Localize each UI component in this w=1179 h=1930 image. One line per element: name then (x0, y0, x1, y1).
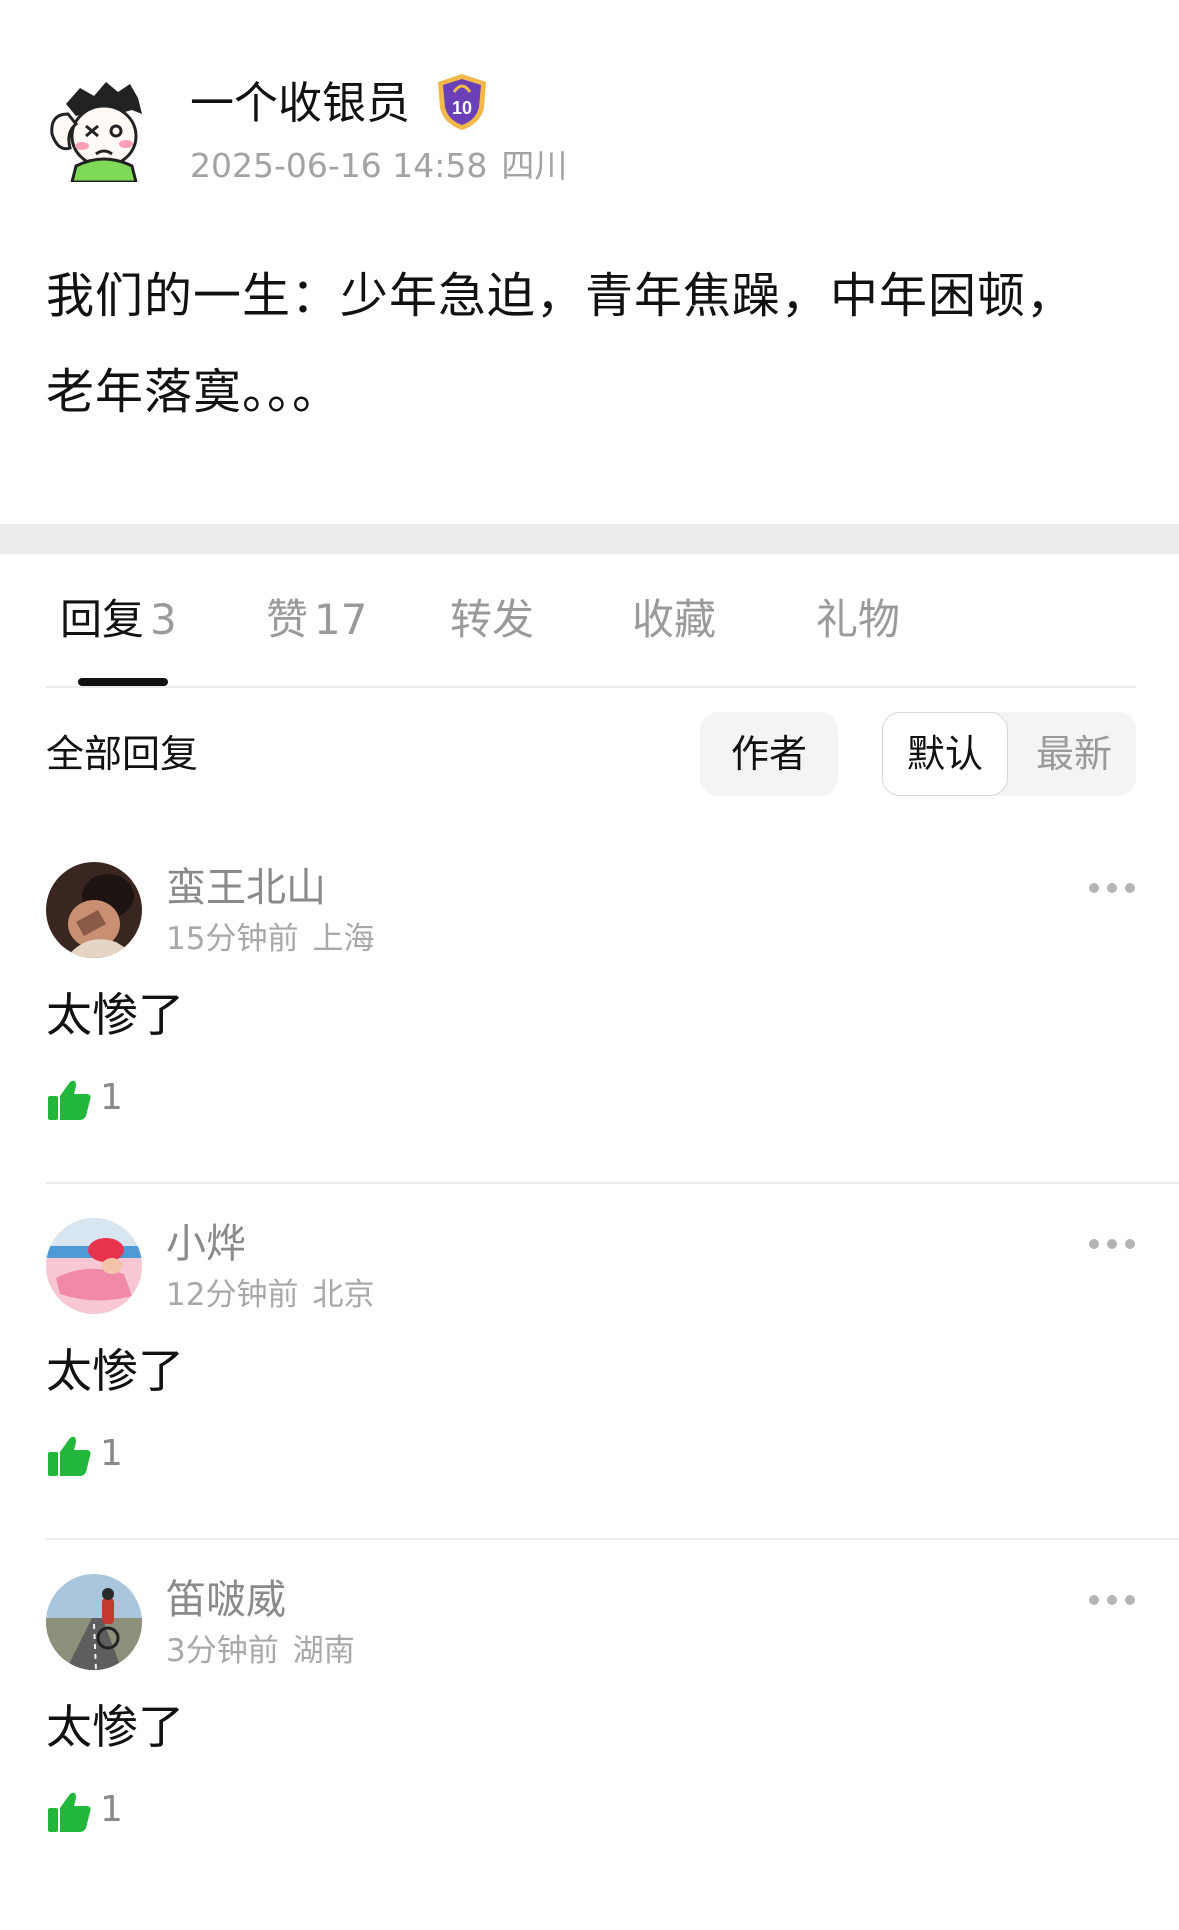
author-avatar[interactable] (46, 74, 154, 184)
more-dots-icon[interactable] (1086, 876, 1138, 900)
thumbs-up-icon (46, 1788, 92, 1834)
comment-location: 上海 (312, 921, 375, 957)
comment-item: 蛮王北山 15分钟前 上海 太惨了 1 (46, 862, 1179, 1218)
tab-forward[interactable]: 转发 (450, 592, 534, 648)
post-header: 一个收银员 10 2025-06-16 14:58 四川 (46, 66, 1136, 206)
comment-location: 湖南 (292, 1633, 355, 1669)
sort-default-button[interactable]: 默认 (882, 712, 1008, 796)
commenter-avatar[interactable] (46, 1218, 142, 1314)
like-count: 1 (100, 1789, 123, 1830)
comment-divider (46, 1182, 1179, 1184)
comment-location: 北京 (312, 1277, 375, 1313)
filter-row: 全部回复 作者 默认 最新 (46, 710, 1136, 796)
more-dots-icon[interactable] (1086, 1232, 1138, 1256)
post-meta: 2025-06-16 14:58 四川 (190, 144, 567, 188)
active-tab-indicator (78, 678, 168, 686)
sort-latest-button[interactable]: 最新 (1012, 712, 1136, 796)
thumbs-up-icon (46, 1432, 92, 1478)
tab-favorites[interactable]: 收藏 (632, 592, 716, 648)
comment-meta: 12分钟前 北京 (166, 1274, 374, 1316)
commenter-name[interactable]: 笛啵威 (166, 1574, 286, 1626)
commenter-avatar[interactable] (46, 1574, 142, 1670)
post-body-line: 老年落寞。。。 (46, 364, 342, 420)
author-filter-button[interactable]: 作者 (700, 712, 838, 796)
comment-meta: 15分钟前 上海 (166, 918, 374, 960)
tab-bar: 回复 3 赞 17 转发 收藏 礼物 (46, 584, 1136, 686)
post-location: 四川 (501, 146, 568, 185)
tab-replies[interactable]: 回复 3 (60, 592, 177, 648)
tab-count: 3 (150, 595, 177, 644)
all-replies-label: 全部回复 (46, 732, 199, 776)
tabs-underline (46, 686, 1136, 688)
more-dots-icon[interactable] (1086, 1588, 1138, 1612)
level-shield-icon: 10 (430, 70, 494, 134)
author-name[interactable]: 一个收银员 (190, 76, 410, 132)
comment-text: 太惨了 (46, 1700, 184, 1754)
post-body: 我们的一生：少年急迫，青年焦躁，中年困顿， 老年落寞。。。 (46, 248, 1126, 440)
like-count: 1 (100, 1077, 123, 1118)
tab-likes[interactable]: 赞 17 (266, 592, 367, 648)
tab-label: 转发 (450, 595, 535, 644)
comment-time: 12分钟前 (166, 1277, 299, 1313)
comment-time: 15分钟前 (166, 921, 299, 957)
section-divider (0, 524, 1179, 554)
post-body-line: 我们的一生：少年急迫，青年焦躁，中年困顿， (46, 268, 1076, 324)
level-badge-number: 10 (452, 98, 472, 118)
comment-text: 太惨了 (46, 1344, 184, 1398)
tab-label: 回复 (60, 595, 145, 644)
tab-label: 礼物 (816, 595, 901, 644)
commenter-name[interactable]: 小烨 (166, 1218, 246, 1270)
comment-item: 笛啵威 3分钟前 湖南 太惨了 1 (46, 1574, 1179, 1930)
tab-gifts[interactable]: 礼物 (816, 592, 900, 648)
like-count: 1 (100, 1433, 123, 1474)
comment-item: 小烨 12分钟前 北京 太惨了 1 (46, 1218, 1179, 1574)
comment-meta: 3分钟前 湖南 (166, 1630, 355, 1672)
comment-time: 3分钟前 (166, 1633, 279, 1669)
commenter-name[interactable]: 蛮王北山 (166, 862, 326, 914)
comment-text: 太惨了 (46, 988, 184, 1042)
post-timestamp: 2025-06-16 14:58 (190, 146, 488, 185)
tab-label: 收藏 (632, 595, 717, 644)
comment-divider (46, 1538, 1179, 1540)
commenter-avatar[interactable] (46, 862, 142, 958)
thumbs-up-icon (46, 1076, 92, 1122)
sort-toggle: 默认 最新 (882, 712, 1136, 796)
tab-label: 赞 (266, 595, 309, 644)
tab-count: 17 (314, 595, 368, 644)
